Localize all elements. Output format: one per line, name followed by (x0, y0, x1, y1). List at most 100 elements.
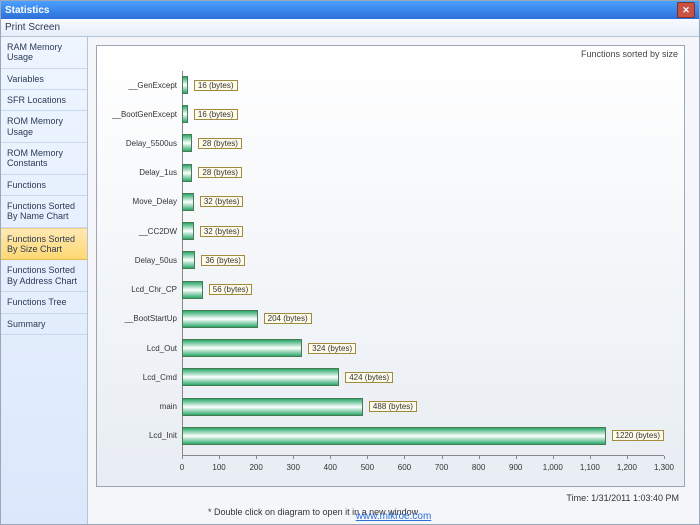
bar-value-label: 56 (bytes) (209, 284, 253, 295)
footer: www.mikroe.com (88, 511, 699, 522)
sidebar-item[interactable]: Functions Tree (1, 292, 87, 313)
x-tick-label: 1,200 (617, 463, 637, 472)
bar-row: Delay_50us36 (bytes) (182, 250, 664, 270)
bar[interactable] (182, 368, 339, 386)
bar-row: Delay_1us28 (bytes) (182, 163, 664, 183)
sidebar-item[interactable]: Summary (1, 314, 87, 335)
bar-value-label: 32 (bytes) (200, 196, 244, 207)
sidebar-item[interactable]: RAM Memory Usage (1, 37, 87, 69)
footer-link[interactable]: www.mikroe.com (356, 511, 432, 522)
statistics-window: Statistics ✕ Print Screen RAM Memory Usa… (0, 0, 700, 525)
bar-row: __CC2DW32 (bytes) (182, 221, 664, 241)
x-tick-mark (553, 456, 554, 459)
bar-category-label: __GenExcept (97, 81, 181, 90)
x-tick-mark (404, 456, 405, 459)
bar[interactable] (182, 339, 302, 357)
bar[interactable] (182, 310, 258, 328)
x-tick-mark (442, 456, 443, 459)
x-tick-mark (330, 456, 331, 459)
x-tick-label: 600 (398, 463, 411, 472)
bar[interactable] (182, 281, 203, 299)
sidebar-item[interactable]: ROM Memory Usage (1, 111, 87, 143)
bar-value-label: 424 (bytes) (345, 372, 393, 383)
bar-value-label: 1220 (bytes) (612, 430, 664, 441)
bar-category-label: Lcd_Init (97, 431, 181, 440)
x-tick-label: 300 (287, 463, 300, 472)
x-tick-label: 100 (212, 463, 225, 472)
bar-category-label: __CC2DW (97, 227, 181, 236)
main-panel: Functions sorted by size __GenExcept16 (… (88, 37, 699, 525)
chart-area[interactable]: Functions sorted by size __GenExcept16 (… (96, 45, 685, 487)
x-tick-mark (479, 456, 480, 459)
bar[interactable] (182, 222, 194, 240)
bar-category-label: Lcd_Cmd (97, 373, 181, 382)
bar-value-label: 28 (bytes) (198, 138, 242, 149)
bar-value-label: 324 (bytes) (308, 343, 356, 354)
bar-row: Delay_5500us28 (bytes) (182, 133, 664, 153)
bar[interactable] (182, 76, 188, 94)
x-tick-mark (367, 456, 368, 459)
bar-row: Lcd_Chr_CP56 (bytes) (182, 280, 664, 300)
x-tick-label: 500 (361, 463, 374, 472)
x-tick-label: 400 (324, 463, 337, 472)
bar[interactable] (182, 427, 606, 445)
x-tick-mark (627, 456, 628, 459)
sidebar-item[interactable]: Functions Sorted By Name Chart (1, 196, 87, 228)
bar-row: Lcd_Init1220 (bytes) (182, 426, 664, 446)
bar-row: Move_Delay32 (bytes) (182, 192, 664, 212)
x-tick-mark (293, 456, 294, 459)
bar[interactable] (182, 105, 188, 123)
print-screen-menu[interactable]: Print Screen (5, 22, 60, 33)
bar-category-label: Delay_1us (97, 168, 181, 177)
status-time: Time: 1/31/2011 1:03:40 PM (566, 493, 679, 503)
x-tick-mark (219, 456, 220, 459)
sidebar: RAM Memory UsageVariablesSFR LocationsRO… (1, 37, 88, 525)
x-tick-label: 900 (509, 463, 522, 472)
bar-row: Lcd_Out324 (bytes) (182, 338, 664, 358)
bar-value-label: 36 (bytes) (201, 255, 245, 266)
titlebar: Statistics ✕ (1, 1, 699, 19)
bar-value-label: 16 (bytes) (194, 80, 238, 91)
bar-row: __BootStartUp204 (bytes) (182, 309, 664, 329)
x-tick-mark (182, 456, 183, 459)
bar-value-label: 488 (bytes) (369, 401, 417, 412)
x-tick-mark (256, 456, 257, 459)
bar-category-label: main (97, 402, 181, 411)
bar-category-label: Lcd_Out (97, 344, 181, 353)
bar[interactable] (182, 193, 194, 211)
bar-value-label: 28 (bytes) (198, 167, 242, 178)
x-tick-label: 800 (472, 463, 485, 472)
x-tick-label: 0 (180, 463, 184, 472)
x-tick-label: 1,100 (580, 463, 600, 472)
sidebar-item[interactable]: Functions Sorted By Size Chart (1, 228, 87, 261)
bar-category-label: Delay_50us (97, 256, 181, 265)
sidebar-item[interactable]: Functions (1, 175, 87, 196)
bar-row: __GenExcept16 (bytes) (182, 75, 664, 95)
body: RAM Memory UsageVariablesSFR LocationsRO… (1, 37, 699, 525)
x-tick-mark (590, 456, 591, 459)
bar[interactable] (182, 398, 363, 416)
bar-category-label: Move_Delay (97, 197, 181, 206)
bar-category-label: __BootStartUp (97, 314, 181, 323)
bar-value-label: 16 (bytes) (194, 109, 238, 120)
x-tick-mark (664, 456, 665, 459)
sidebar-item[interactable]: Variables (1, 69, 87, 90)
x-tick-mark (516, 456, 517, 459)
x-tick-label: 200 (249, 463, 262, 472)
bar-row: Lcd_Cmd424 (bytes) (182, 367, 664, 387)
bar[interactable] (182, 134, 192, 152)
sidebar-item[interactable]: Functions Sorted By Address Chart (1, 260, 87, 292)
sidebar-item[interactable]: ROM Memory Constants (1, 143, 87, 175)
close-icon: ✕ (682, 6, 690, 15)
sidebar-item[interactable]: SFR Locations (1, 90, 87, 111)
close-button[interactable]: ✕ (677, 2, 695, 18)
bar-value-label: 204 (bytes) (264, 313, 312, 324)
bar[interactable] (182, 164, 192, 182)
bar[interactable] (182, 251, 195, 269)
x-tick-label: 700 (435, 463, 448, 472)
bar-category-label: Lcd_Chr_CP (97, 285, 181, 294)
bar-category-label: Delay_5500us (97, 139, 181, 148)
bar-row: main488 (bytes) (182, 397, 664, 417)
bar-row: __BootGenExcept16 (bytes) (182, 104, 664, 124)
menubar: Print Screen (1, 19, 699, 37)
